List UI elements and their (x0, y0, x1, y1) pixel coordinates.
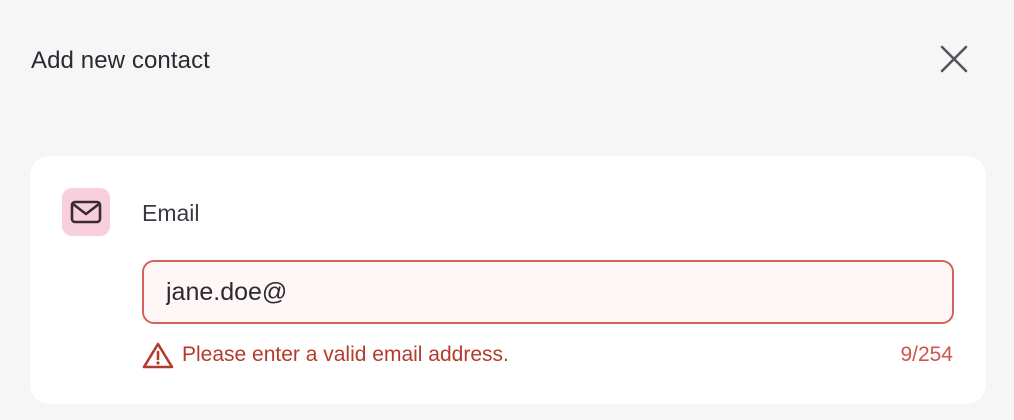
email-input-wrapper[interactable] (142, 260, 954, 324)
mail-icon (62, 188, 110, 236)
error-message-row: Please enter a valid email address. (142, 340, 509, 370)
close-button[interactable] (934, 40, 974, 80)
add-contact-dialog: Add new contact Email jane.doe@ Please e… (0, 0, 1014, 420)
email-input[interactable] (144, 262, 952, 322)
dialog-title: Add new contact (31, 47, 210, 74)
character-counter: 9/254 (900, 343, 953, 366)
email-field-card: Email Please enter a valid email address… (30, 156, 986, 404)
email-label: Email (142, 200, 200, 226)
error-message: Please enter a valid email address. (182, 343, 509, 366)
close-icon (940, 45, 968, 76)
warning-icon (142, 340, 174, 370)
